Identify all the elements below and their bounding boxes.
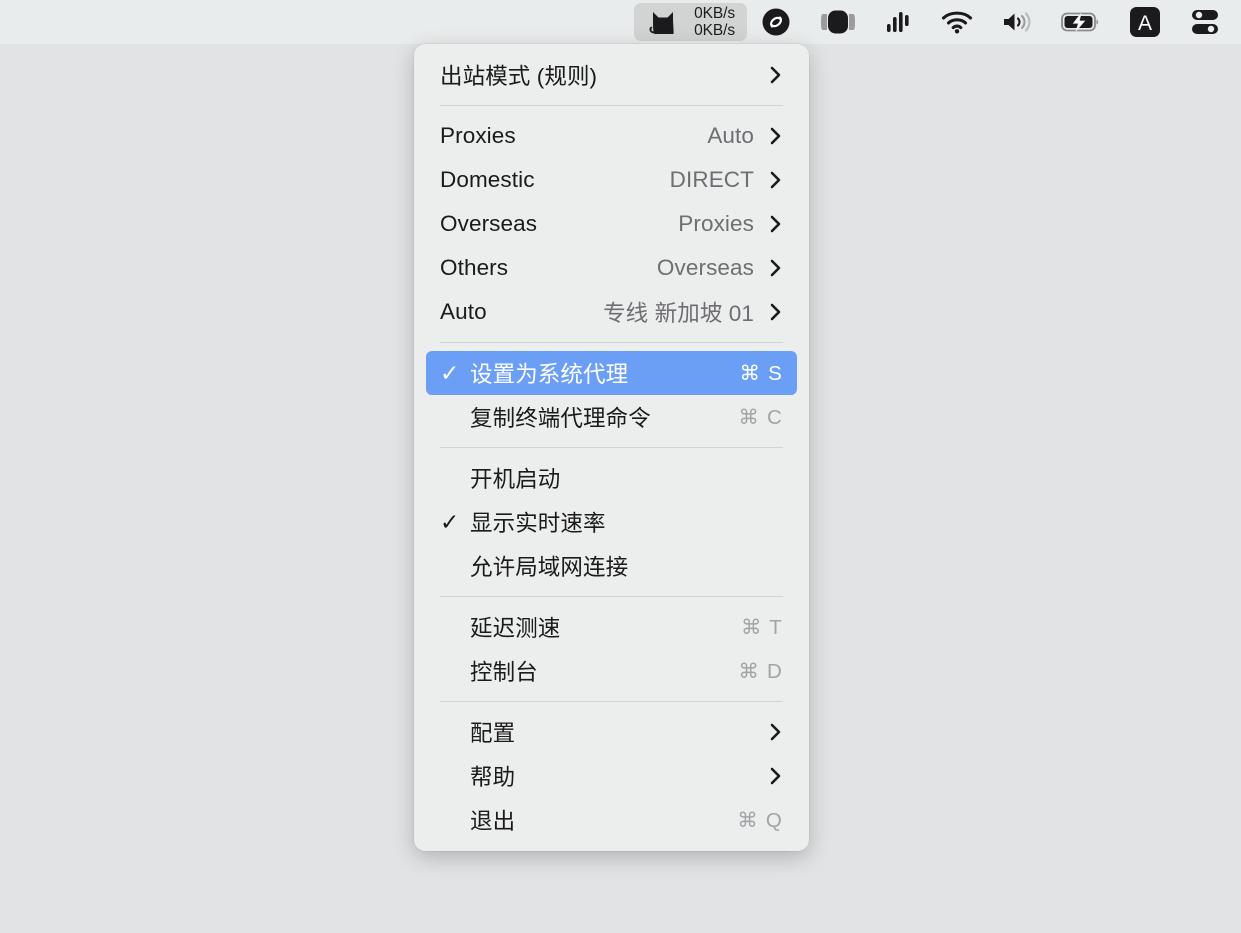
menu-item-label: 出站模式 (规则) bbox=[440, 64, 598, 89]
volume-icon bbox=[1001, 10, 1033, 34]
menu-item-value: Overseas bbox=[656, 255, 754, 280]
menubar-item-volume[interactable] bbox=[987, 3, 1047, 41]
menu-item-label: Auto bbox=[440, 299, 487, 324]
chevron-right-icon bbox=[768, 721, 783, 743]
battery-charging-icon bbox=[1061, 11, 1101, 33]
menu-item-label: Proxies bbox=[440, 123, 516, 148]
menu-item-config[interactable]: 配置 bbox=[426, 710, 797, 754]
menu-item-label: Overseas bbox=[440, 211, 538, 236]
menubar-item-clashx[interactable]: 0KB/s 0KB/s bbox=[634, 3, 747, 41]
menu-item-copy-terminal-proxy-command[interactable]: 复制终端代理命令 ⌘ C bbox=[426, 395, 797, 439]
chevron-right-icon bbox=[768, 257, 783, 279]
menu-item-dashboard[interactable]: 控制台 ⌘ D bbox=[426, 649, 797, 693]
menu-item-outbound-mode[interactable]: 出站模式 (规则) bbox=[426, 53, 797, 97]
menu-item-label: 延迟测速 bbox=[470, 616, 561, 641]
network-speed: 0KB/s 0KB/s bbox=[694, 5, 735, 39]
menu-separator bbox=[440, 342, 783, 343]
menu-item-label: 显示实时速率 bbox=[470, 511, 606, 536]
menu-item-shortcut: ⌘ C bbox=[738, 405, 783, 429]
menu-item-domestic[interactable]: Domestic DIRECT bbox=[426, 158, 797, 202]
speed-upload: 0KB/s bbox=[694, 5, 735, 22]
menu-item-label: Others bbox=[440, 255, 509, 280]
control-center-icon bbox=[1189, 8, 1221, 36]
speed-download: 0KB/s bbox=[694, 22, 735, 39]
menu-separator bbox=[440, 701, 783, 702]
menubar-item-control-center[interactable] bbox=[1175, 3, 1235, 41]
menubar-item-wifi[interactable] bbox=[927, 3, 987, 41]
svg-text:A: A bbox=[1138, 12, 1152, 35]
shazam-icon bbox=[761, 7, 791, 37]
input-source-icon: A bbox=[1129, 6, 1161, 38]
menu-item-set-as-system-proxy[interactable]: ✓ 设置为系统代理 ⌘ S bbox=[426, 351, 797, 395]
menu-item-label: 退出 bbox=[470, 809, 516, 834]
menu-item-value: 专线 新加坡 01 bbox=[603, 301, 754, 326]
display-icon bbox=[819, 9, 857, 35]
chevron-right-icon bbox=[768, 301, 783, 323]
menu-item-shortcut: ⌘ S bbox=[739, 361, 783, 385]
menu-item-show-realtime-speed[interactable]: ✓ 显示实时速率 bbox=[426, 500, 797, 544]
menu-item-quit[interactable]: 退出 ⌘ Q bbox=[426, 798, 797, 842]
audio-levels-icon bbox=[885, 9, 913, 35]
menu-item-shortcut: ⌘ Q bbox=[737, 808, 783, 832]
checkmark-icon: ✓ bbox=[440, 359, 460, 386]
menu-item-label: 允许局域网连接 bbox=[470, 555, 629, 580]
menu-item-label: 配置 bbox=[470, 721, 516, 746]
menu-item-allow-lan-connection[interactable]: 允许局域网连接 bbox=[426, 544, 797, 588]
menu-item-launch-at-login[interactable]: 开机启动 bbox=[426, 456, 797, 500]
menu-bar: 0KB/s 0KB/s A bbox=[0, 0, 1241, 44]
menu-item-label: 复制终端代理命令 bbox=[470, 406, 651, 431]
chevron-right-icon bbox=[768, 64, 783, 86]
menu-item-benchmark[interactable]: 延迟测速 ⌘ T bbox=[426, 605, 797, 649]
clashx-dropdown-menu: 出站模式 (规则) Proxies Auto Domestic DIRECT O… bbox=[414, 44, 809, 851]
menu-item-label: 开机启动 bbox=[470, 467, 561, 492]
menu-item-value: DIRECT bbox=[669, 167, 754, 192]
menu-item-help[interactable]: 帮助 bbox=[426, 754, 797, 798]
menubar-item-audio-levels[interactable] bbox=[871, 3, 927, 41]
menu-item-others[interactable]: Others Overseas bbox=[426, 246, 797, 290]
menu-separator bbox=[440, 447, 783, 448]
chevron-right-icon bbox=[768, 765, 783, 787]
menu-item-label: Domestic bbox=[440, 167, 535, 192]
cat-icon bbox=[646, 7, 680, 37]
menu-separator bbox=[440, 105, 783, 106]
menu-item-value: Proxies bbox=[678, 211, 754, 236]
menu-item-shortcut: ⌘ D bbox=[738, 659, 783, 683]
menu-item-proxies[interactable]: Proxies Auto bbox=[426, 114, 797, 158]
menu-item-overseas[interactable]: Overseas Proxies bbox=[426, 202, 797, 246]
chevron-right-icon bbox=[768, 125, 783, 147]
menubar-item-battery[interactable] bbox=[1047, 3, 1115, 41]
chevron-right-icon bbox=[768, 213, 783, 235]
wifi-icon bbox=[941, 10, 973, 34]
menu-item-label: 设置为系统代理 bbox=[470, 362, 629, 387]
menu-item-shortcut: ⌘ T bbox=[741, 615, 783, 639]
menubar-item-input-source[interactable]: A bbox=[1115, 3, 1175, 41]
menu-separator bbox=[440, 596, 783, 597]
menu-item-auto[interactable]: Auto 专线 新加坡 01 bbox=[426, 290, 797, 334]
chevron-right-icon bbox=[768, 169, 783, 191]
checkmark-icon: ✓ bbox=[440, 508, 460, 535]
menubar-item-shazam[interactable] bbox=[747, 3, 805, 41]
menu-item-label: 控制台 bbox=[470, 660, 538, 685]
menu-item-value: Auto bbox=[707, 123, 754, 148]
menu-item-label: 帮助 bbox=[470, 765, 516, 790]
menubar-item-display[interactable] bbox=[805, 3, 871, 41]
